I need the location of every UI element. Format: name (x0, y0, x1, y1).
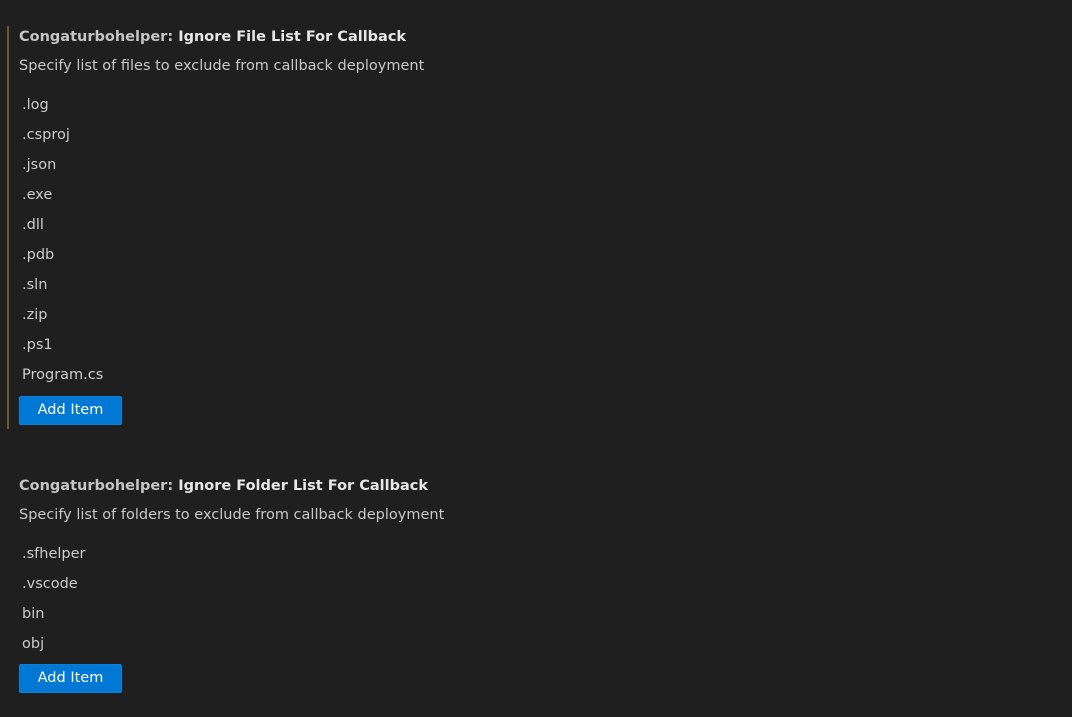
setting-category: Congaturbohelper: (19, 29, 179, 45)
list-item[interactable]: bin (19, 599, 522, 629)
list-item[interactable]: .vscode (19, 569, 522, 599)
list-item[interactable]: .sln (19, 270, 522, 300)
setting-title: Congaturbohelper: Ignore File List For C… (19, 26, 406, 48)
setting-category: Congaturbohelper: (19, 478, 179, 494)
setting-label: Ignore Folder List For Callback (178, 478, 429, 494)
setting-description: Specify list of files to exclude from ca… (19, 58, 425, 74)
list-item[interactable]: .exe (19, 180, 522, 210)
list-item[interactable]: .zip (19, 300, 522, 330)
setting-label: Ignore File List For Callback (178, 29, 407, 45)
list-item[interactable]: .pdb (19, 240, 522, 270)
list-item[interactable]: .json (19, 150, 522, 180)
setting-title: Congaturbohelper: Ignore Folder List For… (19, 475, 428, 497)
list-item[interactable]: .dll (19, 210, 522, 240)
folder-list: .sfhelper .vscode bin obj (19, 539, 522, 659)
list-item[interactable]: .csproj (19, 120, 522, 150)
setting-description: Specify list of folders to exclude from … (19, 507, 445, 523)
setting-ignore-folder-list: Congaturbohelper: Ignore Folder List For… (0, 475, 1072, 705)
list-item[interactable]: .ps1 (19, 330, 522, 360)
list-item[interactable]: .sfhelper (19, 539, 522, 569)
add-item-button[interactable]: Add Item (19, 664, 122, 693)
list-item[interactable]: .log (19, 90, 522, 120)
list-item[interactable]: obj (19, 629, 522, 659)
add-item-button[interactable]: Add Item (19, 396, 122, 425)
list-item[interactable]: Program.cs (19, 360, 522, 390)
setting-ignore-file-list: Congaturbohelper: Ignore File List For C… (0, 26, 1072, 429)
file-list: .log .csproj .json .exe .dll .pdb .sln .… (19, 90, 522, 390)
